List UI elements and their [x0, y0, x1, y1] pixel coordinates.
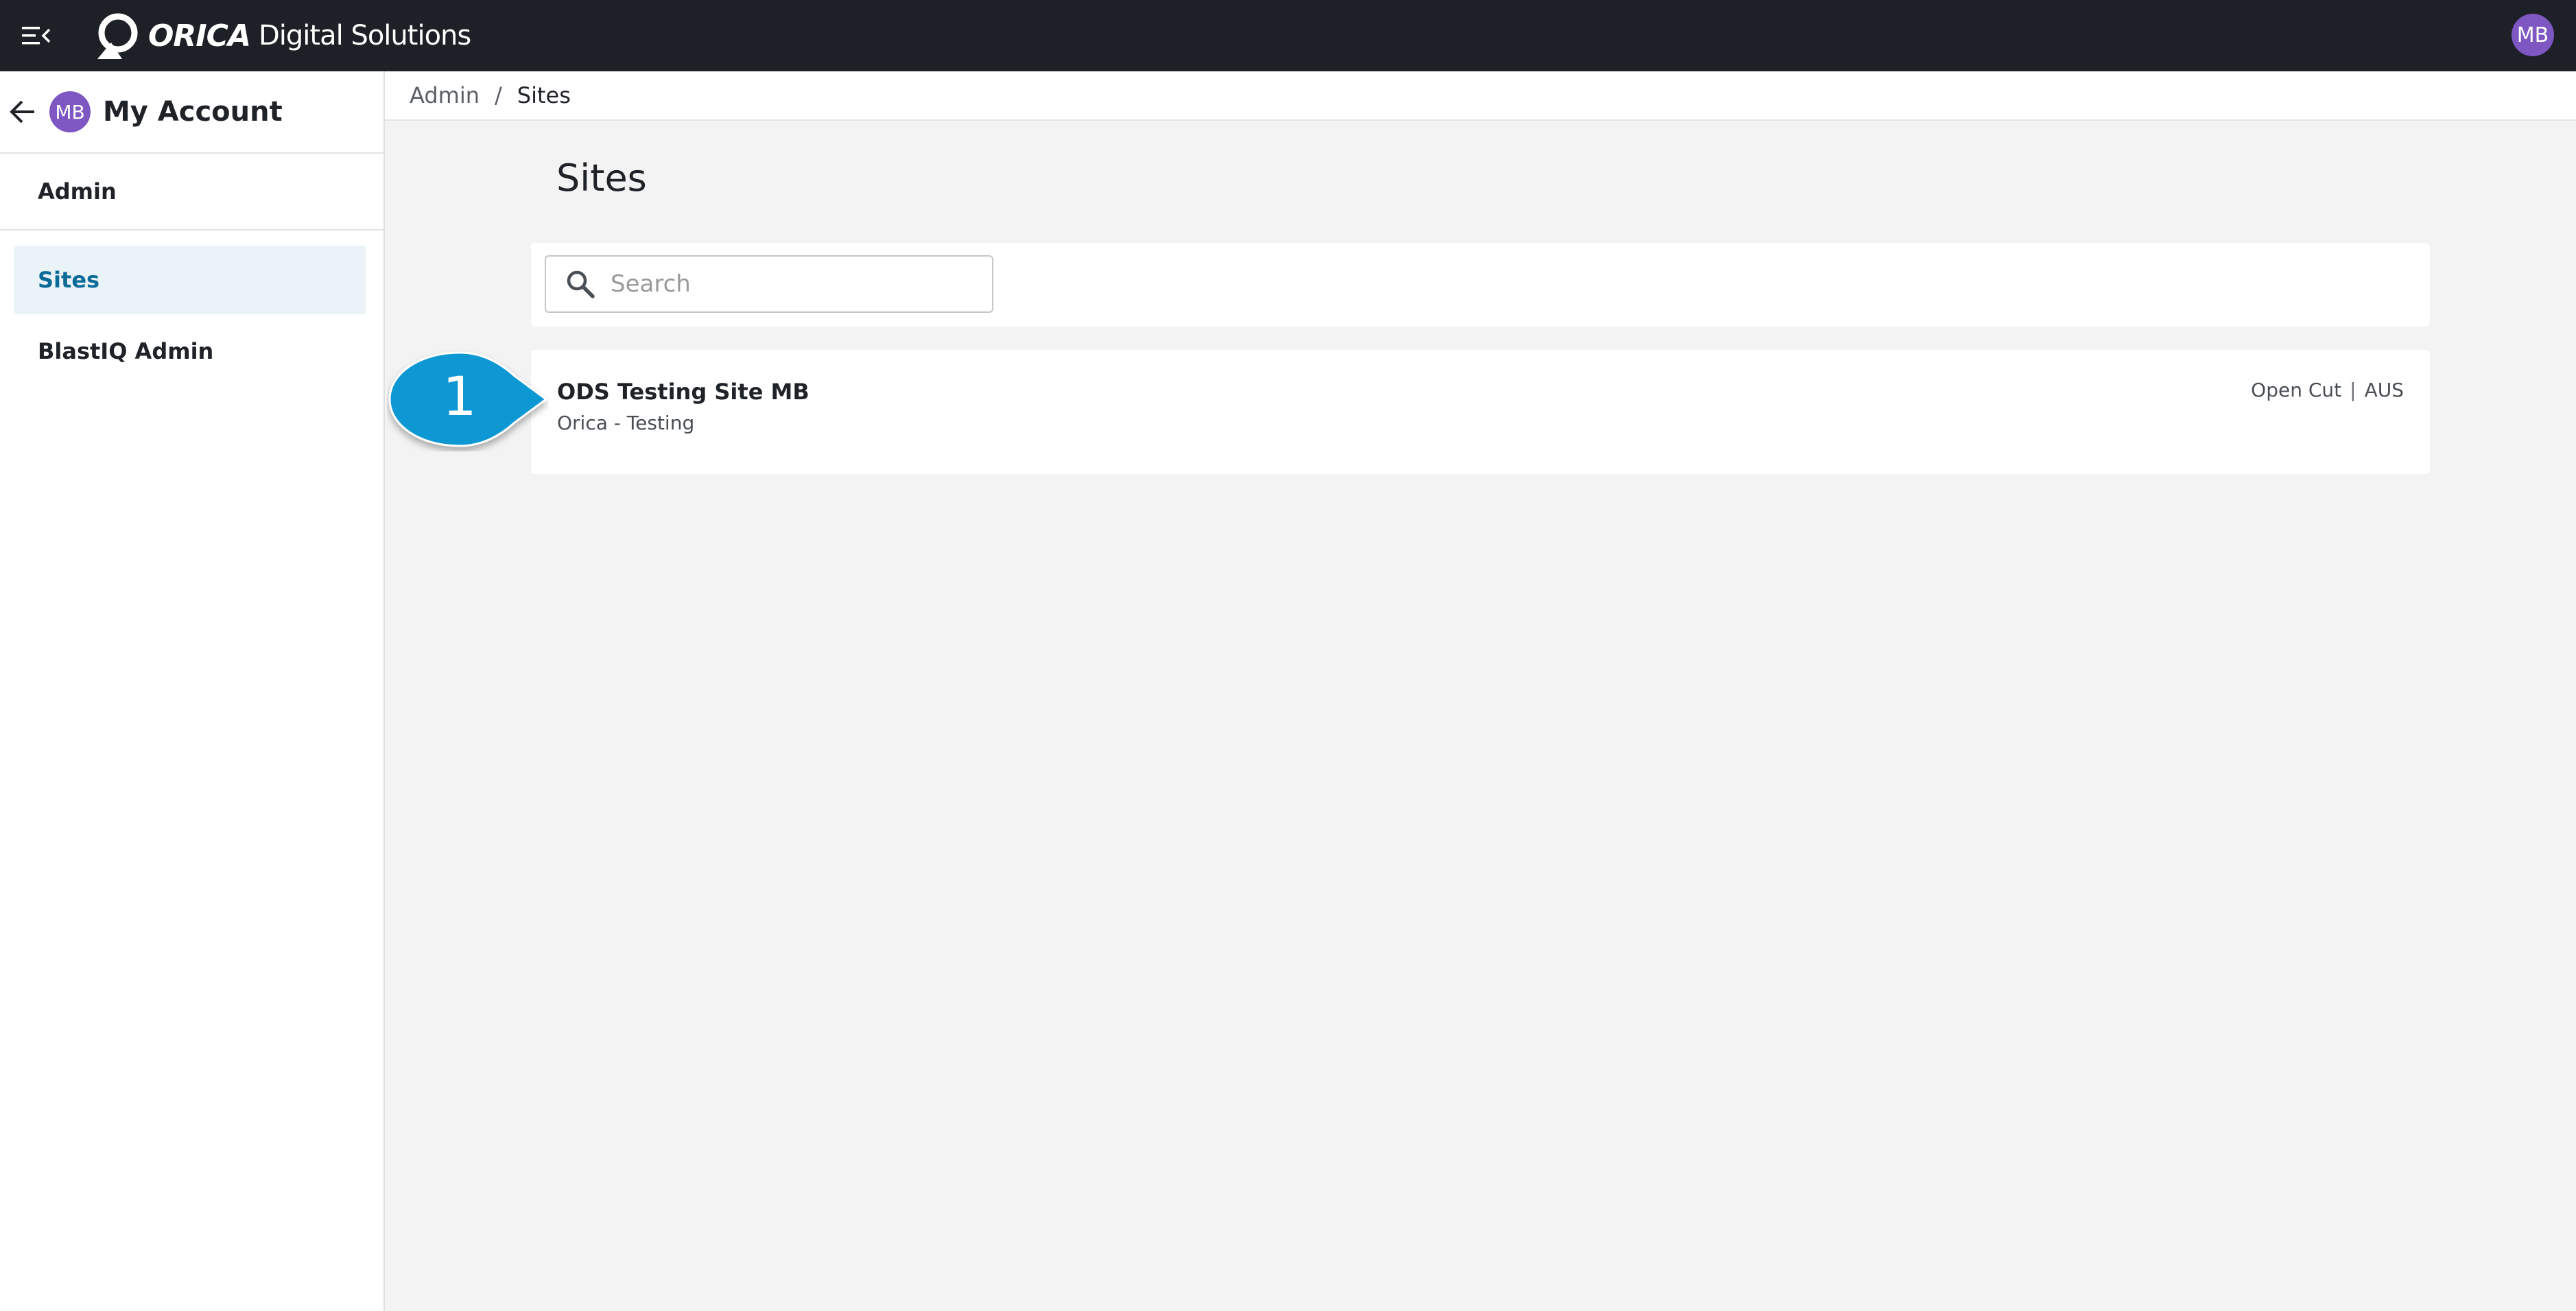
brand-name: ORICA [148, 18, 251, 54]
site-list-item[interactable]: ODS Testing Site MB Orica - Testing Open… [531, 350, 2430, 474]
breadcrumb-separator: / [494, 82, 502, 108]
sidebar-item-sites[interactable]: Sites [14, 246, 366, 314]
meta-separator: | [2350, 379, 2356, 401]
orica-logo[interactable]: ORICA Digital Solutions [91, 8, 471, 63]
sidebar: MB My Account Admin Sites BlastIQ Admin [0, 71, 385, 1311]
step-callout: 1 [387, 349, 549, 451]
sidebar-section-admin: Admin [0, 154, 383, 231]
site-country: AUS [2364, 379, 2404, 401]
orica-logo-mark-icon [97, 13, 138, 59]
search-field[interactable] [545, 255, 993, 313]
site-name[interactable]: ODS Testing Site MB [557, 379, 810, 405]
breadcrumb-admin[interactable]: Admin [410, 82, 480, 108]
site-meta: Open Cut | AUS [2251, 379, 2404, 401]
callout-number: 1 [442, 366, 477, 428]
sidebar-item-label: Sites [38, 267, 100, 293]
search-panel [531, 243, 2430, 327]
breadcrumb-sites: Sites [517, 82, 571, 108]
back-arrow-icon[interactable] [5, 95, 38, 128]
sidebar-item-label: BlastIQ Admin [38, 338, 214, 364]
site-organization: Orica - Testing [557, 412, 695, 434]
breadcrumb: Admin / Sites [385, 71, 2576, 121]
user-avatar[interactable]: MB [2512, 14, 2554, 56]
sidebar-item-blastiq-admin[interactable]: BlastIQ Admin [14, 317, 366, 386]
account-avatar: MB [49, 91, 91, 132]
sidebar-title: My Account [103, 96, 283, 128]
product-name: Digital Solutions [259, 20, 471, 51]
sidebar-header: MB My Account [0, 71, 383, 154]
search-input[interactable] [609, 270, 969, 298]
top-bar: ORICA Digital Solutions MB [0, 0, 2576, 71]
page-title: Sites [556, 156, 647, 200]
site-type: Open Cut [2251, 379, 2342, 401]
search-icon [565, 269, 595, 299]
menu-collapse-icon[interactable] [21, 22, 54, 49]
